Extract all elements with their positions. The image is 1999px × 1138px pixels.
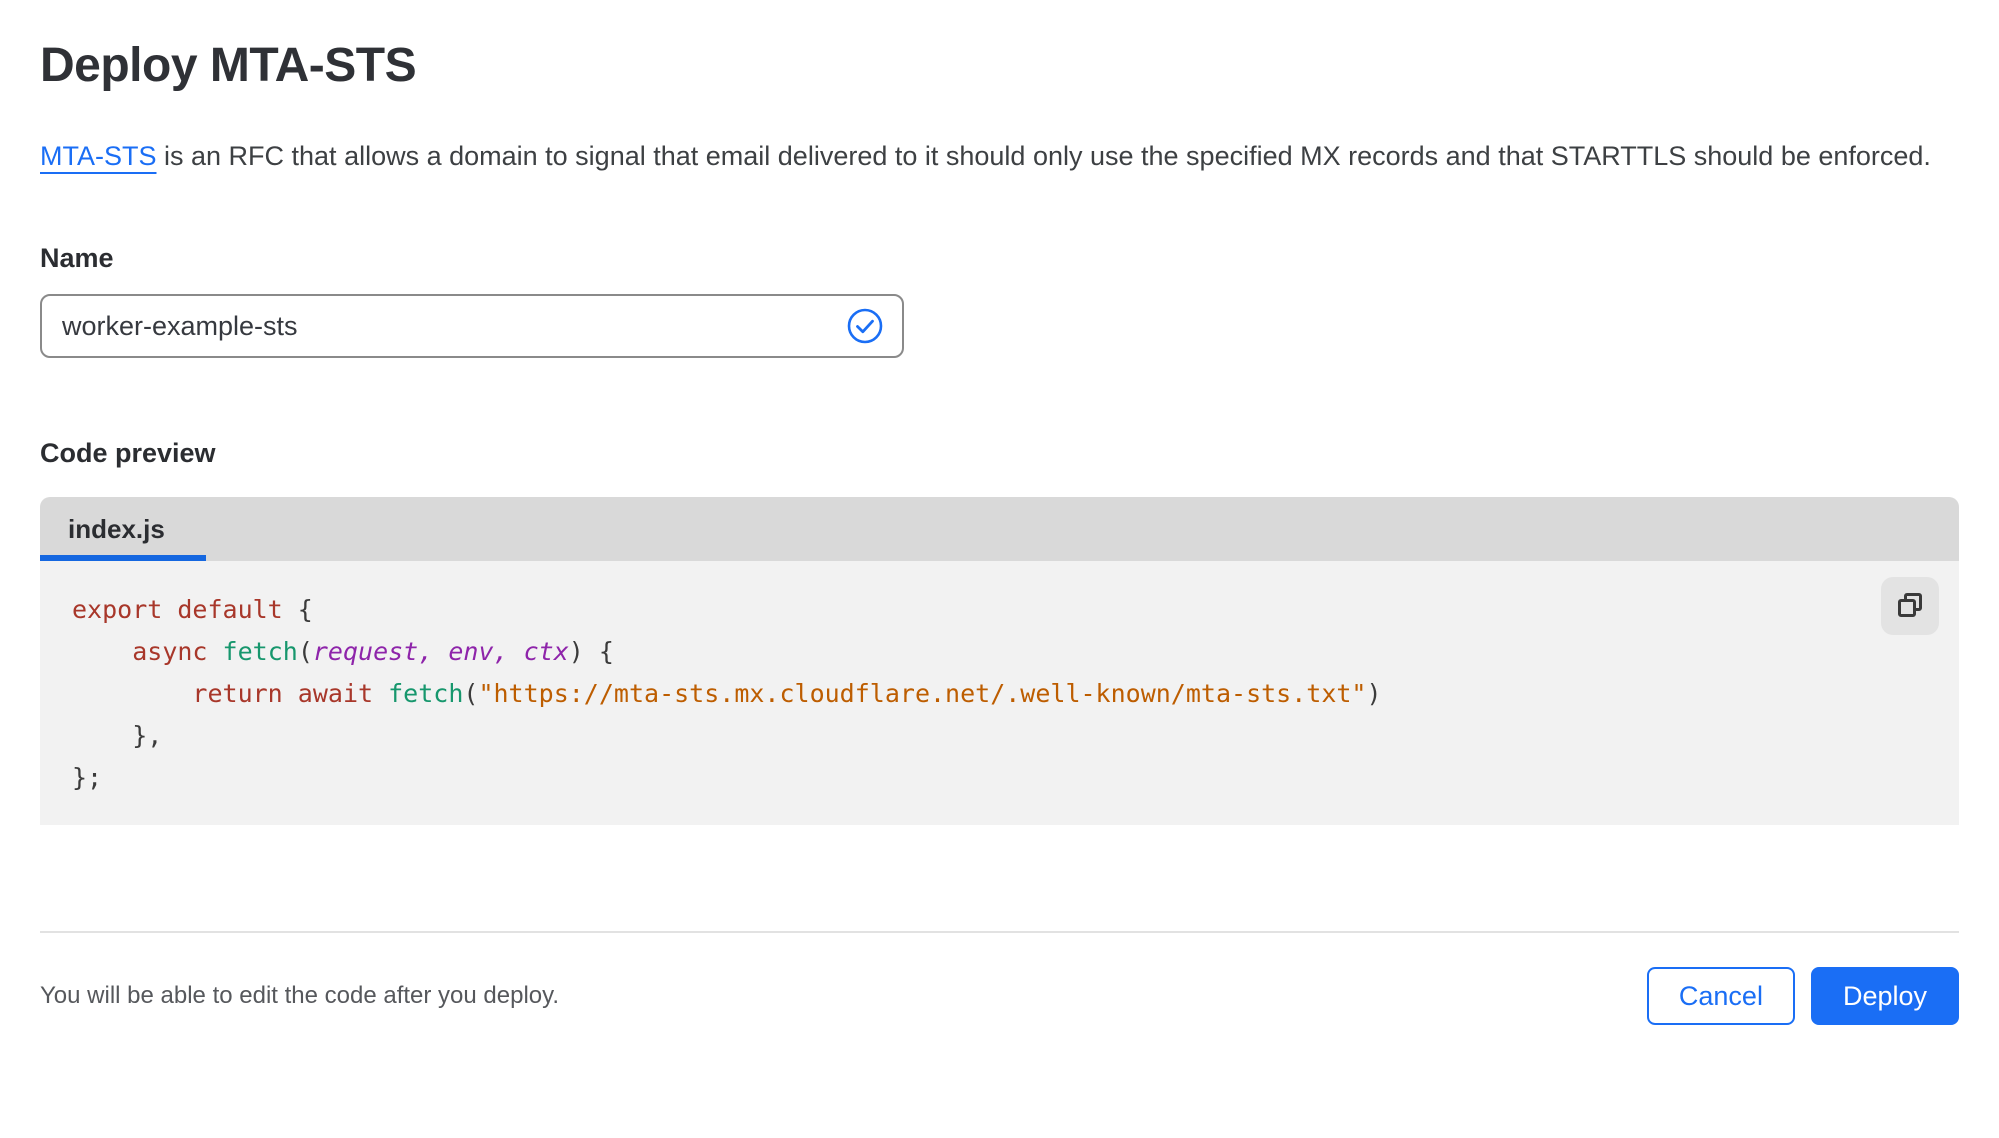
code-preview-label: Code preview	[40, 438, 216, 468]
tab-index-js[interactable]: index.js	[40, 497, 193, 561]
footer-divider	[40, 931, 1959, 933]
code-line: async fetch(request, env, ctx) {	[132, 637, 614, 666]
code-line: },	[72, 721, 163, 750]
description-rest: is an RFC that allows a domain to signal…	[156, 141, 1931, 171]
copy-icon	[1894, 589, 1926, 624]
name-input[interactable]	[62, 310, 846, 342]
mta-sts-link[interactable]: MTA-STS	[40, 141, 157, 171]
code-editor-area: export default { async fetch(request, en…	[40, 561, 1959, 825]
code-line: };	[72, 763, 103, 792]
name-input-container	[40, 294, 904, 358]
deploy-button[interactable]: Deploy	[1810, 967, 1959, 1025]
check-circle-icon	[846, 307, 884, 345]
description-text: MTA-STS is an RFC that allows a domain t…	[40, 133, 1955, 179]
cancel-button[interactable]: Cancel	[1646, 967, 1795, 1025]
footer-note: You will be able to edit the code after …	[40, 982, 560, 1009]
code-lines: export default { async fetch(request, en…	[72, 589, 1869, 799]
footer-bar: You will be able to edit the code after …	[40, 967, 1959, 1025]
name-label: Name	[40, 243, 114, 273]
code-preview-card: index.js export default { async fetch(re…	[40, 497, 1959, 825]
footer-actions: Cancel Deploy	[1646, 967, 1959, 1025]
code-tabbar: index.js	[40, 497, 1959, 561]
deploy-mta-sts-page: Deploy MTA-STS MTA-STS is an RFC that al…	[0, 0, 1999, 1138]
code-line: return await fetch("https://mta-sts.mx.c…	[192, 679, 1382, 708]
page-title: Deploy MTA-STS	[40, 39, 417, 92]
code-line: export default {	[72, 595, 313, 624]
copy-code-button[interactable]	[1881, 577, 1939, 635]
